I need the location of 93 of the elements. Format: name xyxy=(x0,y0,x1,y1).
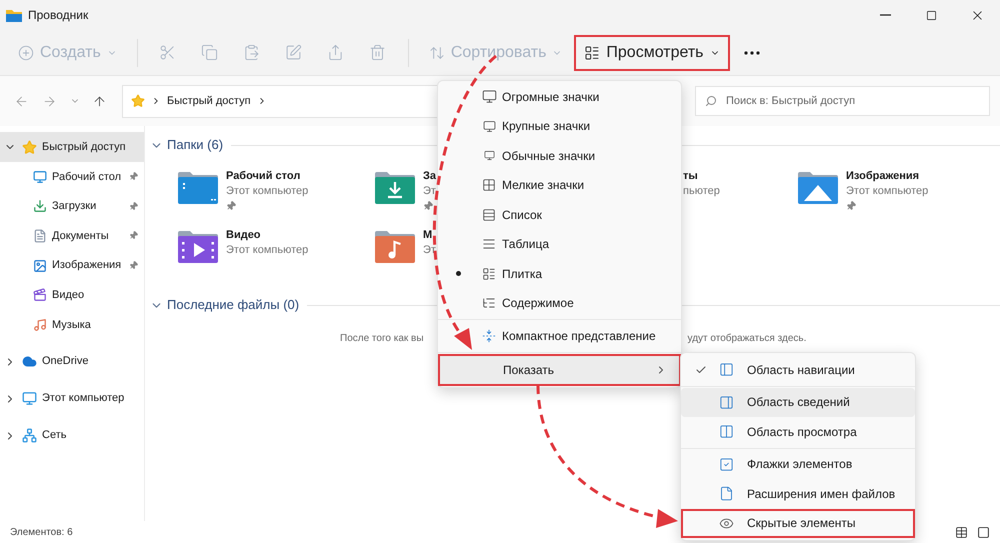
folder-name[interactable]: За xyxy=(423,169,436,184)
folder-icon[interactable] xyxy=(375,170,415,206)
tiles-icon xyxy=(482,266,496,281)
menu-item[interactable]: Скрытые элементы xyxy=(681,508,915,538)
folder-name[interactable]: Видео xyxy=(226,228,308,243)
nav-item[interactable]: Загрузки xyxy=(0,192,144,222)
monitor-icon xyxy=(482,120,496,133)
cloud-icon xyxy=(22,354,37,370)
menu-item[interactable]: Мелкие значки xyxy=(438,170,681,200)
rename-icon xyxy=(285,44,302,61)
list-icon xyxy=(482,208,496,222)
checkbox-icon xyxy=(719,456,734,472)
check-icon xyxy=(695,364,707,376)
table-icon xyxy=(954,526,968,538)
maximize-icon xyxy=(926,10,936,20)
folder-name[interactable]: Изображения xyxy=(846,169,928,184)
eye-icon xyxy=(719,516,734,531)
menu-item[interactable]: Содержимое xyxy=(438,288,681,318)
folder-location: Этот компьютер xyxy=(846,184,928,199)
table-icon xyxy=(482,237,496,252)
cut-icon xyxy=(159,44,176,61)
menu-item[interactable]: Компактное представление xyxy=(438,321,681,350)
delete-icon xyxy=(369,44,386,61)
monitor-icon xyxy=(484,150,494,162)
nav-item[interactable]: OneDrive xyxy=(0,346,144,377)
menu-item[interactable]: Расширения имен файлов xyxy=(681,479,915,508)
folder-icon xyxy=(6,8,22,22)
star-icon xyxy=(131,94,145,108)
folder-name: ты xyxy=(683,169,699,184)
nav-item[interactable]: Этот компьютер xyxy=(0,384,144,414)
search-icon xyxy=(705,95,717,107)
view-icon xyxy=(584,44,600,60)
share-icon xyxy=(327,44,344,61)
menu-item[interactable]: Флажки элементов xyxy=(681,450,915,479)
nav-item[interactable]: Сеть xyxy=(0,420,144,451)
empty-message: удут отображаться здесь. xyxy=(688,332,806,346)
menu-item[interactable]: Список xyxy=(438,200,681,230)
toolbar-button[interactable]: Просмотреть xyxy=(574,34,730,70)
menu-item[interactable]: Показать xyxy=(438,354,681,386)
image-icon xyxy=(33,258,47,273)
sort-icon xyxy=(428,44,445,60)
panel-icon xyxy=(719,394,734,410)
film-icon xyxy=(33,288,47,302)
compact-icon xyxy=(482,328,496,343)
nav-item[interactable]: Рабочий стол xyxy=(0,162,144,192)
download-icon xyxy=(33,199,47,214)
monitor-icon xyxy=(33,170,47,184)
nav-item[interactable]: Изображения xyxy=(0,250,144,280)
folder-name[interactable]: М xyxy=(423,228,436,243)
copy-icon xyxy=(201,44,218,61)
menu-item[interactable]: Область просмотра xyxy=(681,417,915,446)
document-icon xyxy=(33,228,47,243)
music-icon xyxy=(33,318,47,332)
menu-item[interactable]: Обычные значки xyxy=(438,141,681,170)
monitor-icon xyxy=(22,391,37,406)
menu-item[interactable]: Плитка xyxy=(438,259,681,288)
content-icon xyxy=(482,296,496,310)
section-title: Последние файлы (0) xyxy=(167,296,300,314)
add-icon xyxy=(18,44,34,60)
folder-name[interactable]: Рабочий стол xyxy=(226,169,308,184)
folder-icon[interactable] xyxy=(178,170,218,206)
paste-icon xyxy=(243,44,260,61)
network-icon xyxy=(22,428,37,444)
item-count: Элементов: 6 xyxy=(10,526,73,540)
folder-icon[interactable] xyxy=(798,170,838,206)
grid-icon xyxy=(482,178,496,192)
more-icon xyxy=(744,50,760,54)
star-icon xyxy=(22,140,37,154)
menu-item[interactable]: Область сведений xyxy=(681,388,915,417)
menu-item[interactable]: Таблица xyxy=(438,230,681,259)
panel-icon xyxy=(719,362,734,378)
nav-item[interactable]: Видео xyxy=(0,280,144,310)
nav-item[interactable]: Быстрый доступ xyxy=(0,132,144,162)
window-title: Проводник xyxy=(28,7,88,24)
folder-icon[interactable] xyxy=(375,229,415,265)
empty-message: После того как вы xyxy=(340,332,424,346)
folder-location: Эт xyxy=(423,184,436,199)
nav-item[interactable]: Документы xyxy=(0,221,144,251)
section-title: Папки (6) xyxy=(167,136,224,154)
folder-icon[interactable] xyxy=(178,229,218,265)
breadcrumb[interactable]: Быстрый доступ xyxy=(167,92,251,110)
panel-icon xyxy=(719,424,734,440)
folder-location: Этот компьютер xyxy=(226,184,308,199)
monitor-icon xyxy=(482,89,496,104)
folder-location: пьютер xyxy=(683,184,721,199)
square-icon xyxy=(976,526,990,538)
menu-item[interactable]: Область навигации xyxy=(681,355,915,384)
nav-item[interactable]: Музыка xyxy=(0,310,144,340)
minimize-icon xyxy=(880,14,890,16)
file-icon xyxy=(719,486,734,502)
search-field[interactable]: Поиск в: Быстрый доступ xyxy=(695,86,990,116)
folder-location: Эт xyxy=(423,243,436,258)
folder-location: Этот компьютер xyxy=(226,243,308,258)
